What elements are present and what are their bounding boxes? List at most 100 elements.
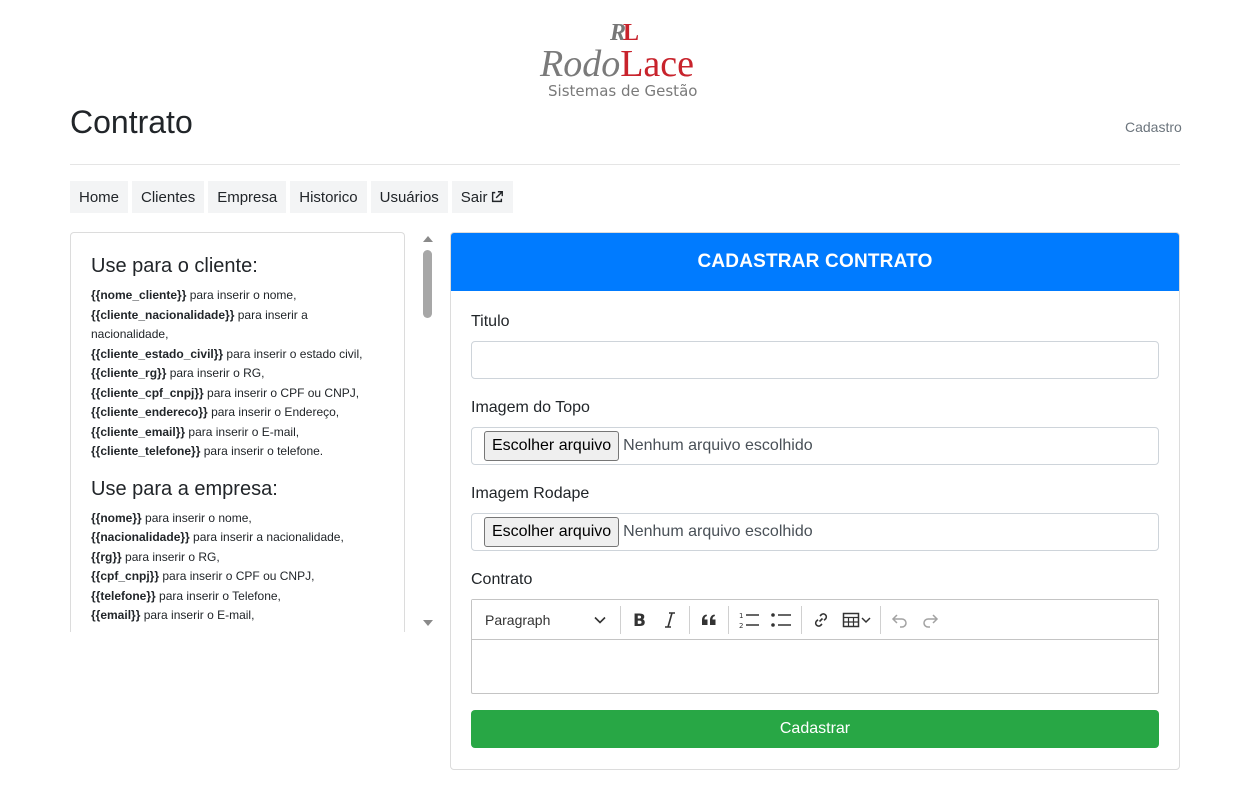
help-tag: {{cliente_telefone}} — [91, 444, 201, 458]
help-tag: {{cliente_estado_civil}} — [91, 346, 224, 361]
link-button[interactable] — [806, 605, 836, 635]
insert-table-button[interactable] — [836, 605, 876, 635]
link-icon — [814, 612, 828, 627]
company-help-heading: Use para a empresa: — [91, 477, 278, 500]
svg-text:B: B — [633, 611, 646, 630]
numbered-list-icon: 12 — [739, 612, 759, 630]
nav-home-button[interactable]: Home — [70, 181, 129, 213]
titulo-label: Titulo — [471, 313, 510, 330]
company-help-line: {{email}} para inserir o E-mail, — [91, 606, 384, 626]
imagem-rodape-file-input[interactable]: Escolher arquivo Nenhum arquivo escolhid… — [471, 513, 1159, 551]
help-tag: {{email}} — [91, 608, 141, 622]
toolbar-separator — [620, 605, 621, 634]
undo-icon — [891, 613, 907, 628]
imagem-topo-label: Imagem do Topo — [471, 399, 590, 416]
redo-button[interactable] — [915, 605, 945, 635]
blockquote-button[interactable] — [694, 605, 724, 635]
undo-button[interactable] — [885, 605, 915, 635]
toolbar-separator — [689, 605, 690, 634]
help-desc: para inserir o CPF ou CNPJ, — [159, 569, 315, 583]
help-desc: para inserir o estado civil, — [223, 346, 363, 361]
external-link-icon — [492, 191, 504, 203]
bold-button[interactable]: B — [625, 605, 655, 635]
client-help-line: {{cliente_nacionalidade}} para inserir a… — [91, 306, 384, 345]
editor-content-area[interactable] — [472, 640, 1158, 694]
imagem-topo-file-status: Nenhum arquivo escolhido — [623, 437, 813, 454]
nav-sair-label: Sair — [460, 188, 488, 206]
chevron-down-icon — [861, 616, 871, 623]
italic-button[interactable] — [655, 605, 685, 635]
editor-toolbar: Paragraph B 12 — [472, 600, 1158, 640]
nav-sair-button[interactable]: Sair — [451, 181, 514, 213]
nav-historico-button[interactable]: Historico — [290, 181, 367, 213]
help-panel-scrollbar[interactable] — [420, 232, 436, 632]
imagem-rodape-file-status: Nenhum arquivo escolhido — [623, 523, 813, 540]
client-help-line: {{cliente_estado_civil}} para inserir o … — [91, 345, 384, 365]
toolbar-separator — [728, 605, 729, 634]
bulleted-list-icon — [771, 612, 791, 627]
help-desc: para inserir o RG, — [121, 549, 220, 564]
help-desc: para inserir o Telefone, — [155, 588, 281, 603]
client-help-heading: Use para o cliente: — [91, 255, 258, 277]
contract-form-card: CADASTRAR CONTRATO Titulo Imagem do Topo… — [450, 232, 1180, 770]
titulo-input[interactable] — [471, 341, 1159, 379]
help-desc: para inserir o CPF ou CNPJ, — [203, 385, 360, 400]
client-help-list: {{nome_cliente}} para inserir o nome, {{… — [91, 286, 384, 462]
help-tag: {{nome}} — [91, 510, 142, 525]
help-desc: para inserir o E-mail, — [185, 424, 300, 439]
form-heading: CADASTRAR CONTRATO — [451, 233, 1179, 291]
placeholder-help-panel: Use para o cliente: {{nome_cliente}} par… — [70, 232, 405, 632]
company-help-line: {{rg}} para inserir o RG, — [91, 548, 384, 568]
breadcrumb: Cadastro — [1125, 119, 1182, 135]
help-desc: para inserir o nome, — [186, 288, 297, 302]
imagem-topo-file-input[interactable]: Escolher arquivo Nenhum arquivo escolhid… — [471, 427, 1159, 465]
company-help-line: {{telefone}} para inserir o Telefone, — [91, 587, 384, 607]
paragraph-format-dropdown[interactable]: Paragraph — [476, 605, 616, 635]
paragraph-format-label: Paragraph — [485, 611, 551, 628]
table-icon — [842, 612, 860, 627]
help-desc: para inserir o nome, — [141, 510, 252, 525]
client-help-line: {{cliente_cpf_cnpj}} para inserir o CPF … — [91, 384, 384, 404]
page-title: Contrato — [70, 104, 193, 140]
svg-text:2: 2 — [739, 622, 743, 630]
nav-empresa-button[interactable]: Empresa — [208, 181, 287, 213]
company-help-line: {{cpf_cnpj}} para inserir o CPF ou CNPJ, — [91, 567, 384, 587]
scroll-down-arrow-icon[interactable] — [423, 620, 433, 626]
bulleted-list-button[interactable] — [765, 605, 797, 635]
company-help-line: {{nome}} para inserir o nome, — [91, 509, 384, 529]
svg-text:1: 1 — [739, 612, 743, 620]
imagem-rodape-choose-button[interactable]: Escolher arquivo — [484, 517, 620, 547]
blockquote-icon — [702, 614, 716, 625]
toolbar-separator — [880, 605, 881, 634]
help-tag: {{cliente_endereco}} — [91, 405, 208, 419]
help-tag: {{nacionalidade}} — [91, 530, 190, 544]
chevron-down-icon — [594, 616, 606, 624]
logo-tagline: Sistemas de Gestão — [548, 82, 698, 100]
help-tag: {{cliente_email}} — [91, 424, 186, 439]
nav-clientes-button[interactable]: Clientes — [132, 181, 205, 213]
contrato-rich-text-editor: Paragraph B 12 — [471, 599, 1159, 694]
client-help-line: {{cliente_email}} para inserir o E-mail, — [91, 423, 384, 443]
bold-icon: B — [633, 611, 646, 630]
help-desc: para inserir a nacionalidade, — [189, 530, 344, 544]
logo-brand: RodoLace — [540, 44, 694, 84]
help-desc: para inserir o Endereço, — [207, 405, 340, 419]
imagem-rodape-label: Imagem Rodape — [471, 485, 590, 502]
scroll-up-arrow-icon[interactable] — [423, 236, 433, 242]
italic-icon — [665, 611, 675, 628]
help-desc: para inserir o E-mail, — [140, 608, 255, 622]
numbered-list-button[interactable]: 12 — [733, 605, 765, 635]
help-desc: para inserir o RG, — [166, 366, 265, 380]
client-help-line: {{cliente_telefone}} para inserir o tele… — [91, 442, 384, 462]
help-tag: {{cliente_nacionalidade}} — [91, 307, 235, 322]
help-tag: {{cliente_cpf_cnpj}} — [91, 385, 204, 400]
client-help-line: {{cliente_rg}} para inserir o RG, — [91, 364, 384, 384]
toolbar-separator — [801, 605, 802, 634]
imagem-topo-choose-button[interactable]: Escolher arquivo — [484, 431, 620, 461]
help-tag: {{rg}} — [91, 549, 122, 564]
cadastrar-button[interactable]: Cadastrar — [471, 710, 1159, 748]
nav-usuarios-button[interactable]: Usuários — [370, 181, 448, 213]
logo-brand-lace: Lace — [620, 43, 695, 85]
company-help-line: {{nacionalidade}} para inserir a naciona… — [91, 528, 384, 548]
scrollbar-thumb[interactable] — [423, 250, 432, 318]
